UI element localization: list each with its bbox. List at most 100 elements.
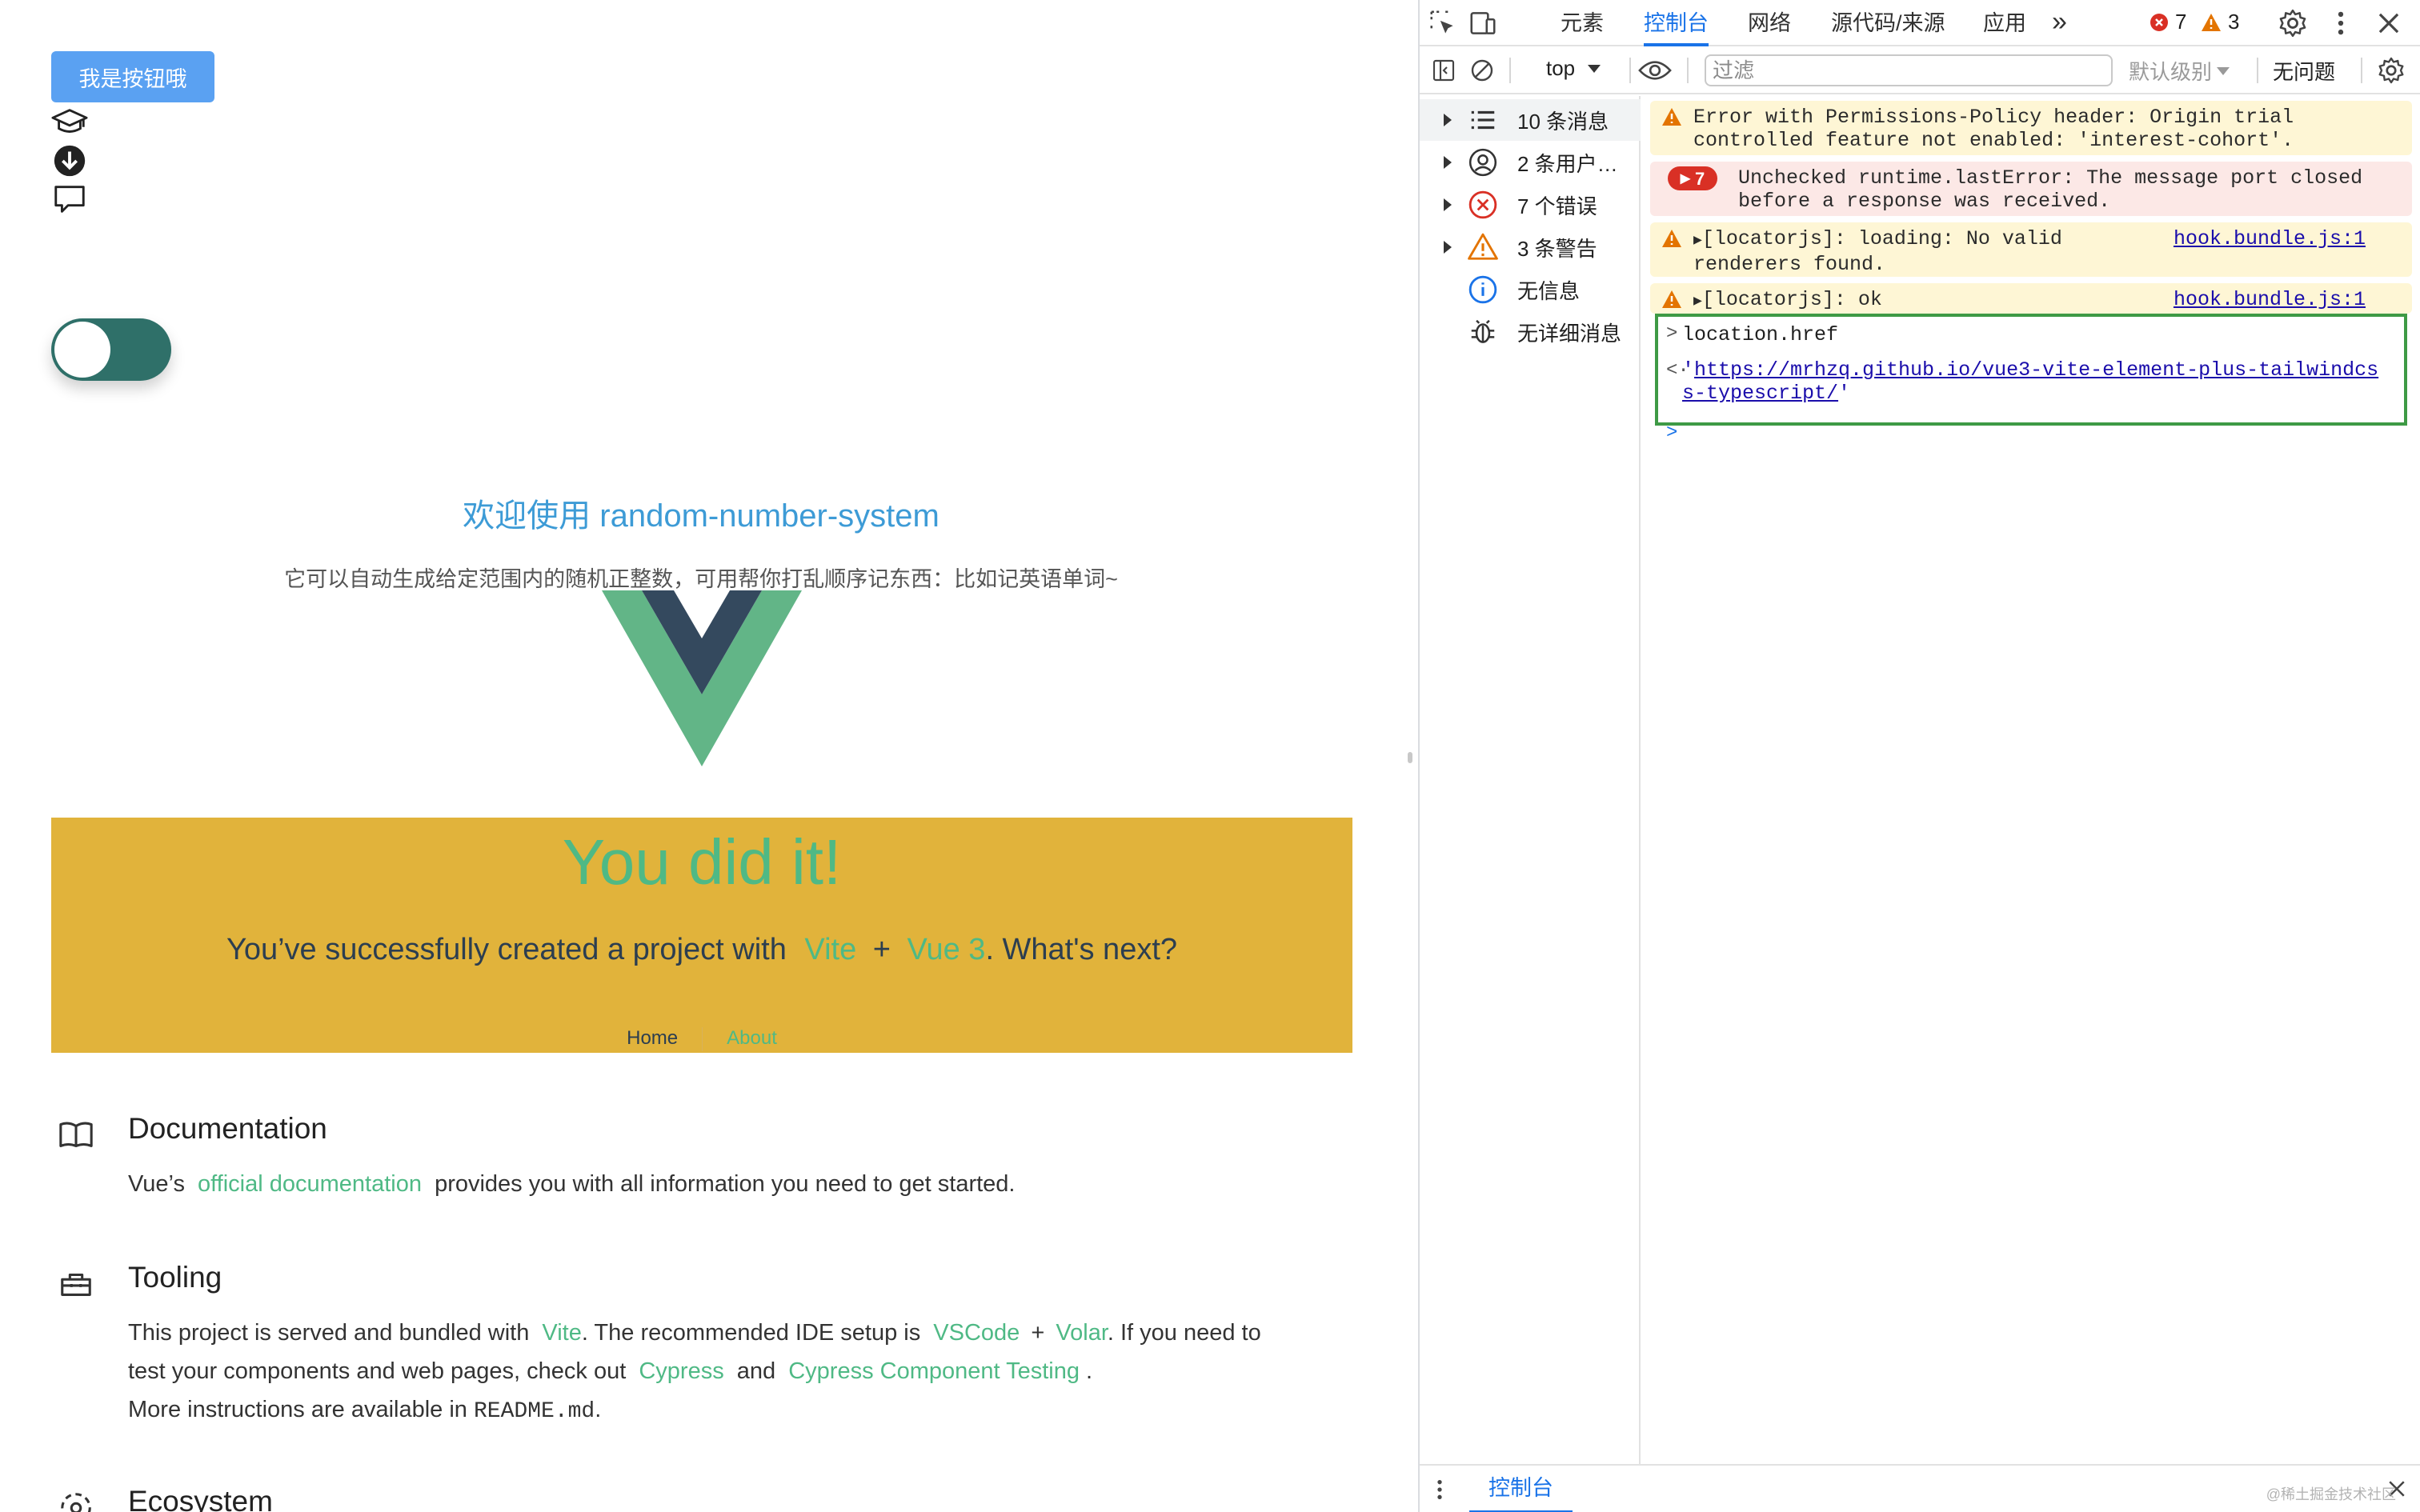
official-docs-link[interactable]: official documentation xyxy=(198,1171,422,1197)
error-icon xyxy=(1468,190,1497,219)
vue3-link[interactable]: Vue 3 xyxy=(908,933,986,966)
clear-console-icon[interactable] xyxy=(1469,58,1495,83)
sidebar-item-warnings[interactable]: 3 条警告 xyxy=(1420,226,1641,268)
vite-doc-link[interactable]: Vite xyxy=(542,1320,581,1346)
drawer-bar: 控制台 @稀土掘金技术社区 xyxy=(1420,1464,2420,1512)
sidebar-item-messages[interactable]: 10 条消息 xyxy=(1420,99,1641,141)
tooling-title: Tooling xyxy=(128,1261,222,1294)
book-icon xyxy=(59,1122,93,1147)
tool-text-1: This project is served and bundled with xyxy=(128,1320,530,1346)
banner-title: You did it! xyxy=(562,826,842,898)
expand-arrow-icon[interactable] xyxy=(1444,198,1452,211)
devtools-splitter[interactable] xyxy=(1402,0,1420,1512)
expand-arrow-icon[interactable] xyxy=(1444,241,1452,254)
tab-application[interactable]: 应用 xyxy=(1983,8,2026,46)
source-link[interactable]: hook.bundle.js:1 xyxy=(2174,227,2366,250)
toolbar-divider xyxy=(1509,58,1511,83)
sidebar-toggle-icon[interactable] xyxy=(1431,58,1456,83)
error-counter[interactable]: 7 xyxy=(2150,10,2186,34)
console-sidebar: 10 条消息 2 条用户… 7 个错误 3 条警告 无信息 无详细消息 xyxy=(1420,96,1641,1464)
tool-text-4: test your components and web pages, chec… xyxy=(128,1358,627,1384)
tab-network[interactable]: 网络 xyxy=(1748,8,1791,46)
console-warning-permissions[interactable]: Error with Permissions-Policy header: Or… xyxy=(1650,101,2412,155)
input-prompt-icon: > xyxy=(1666,323,1678,345)
console-input-echo: location.href xyxy=(1682,323,1839,346)
splitter-handle[interactable] xyxy=(1408,752,1412,763)
console-prompt-icon[interactable]: > xyxy=(1666,422,1677,444)
warning-count: 3 xyxy=(2228,10,2240,34)
cypress-component-link[interactable]: Cypress Component Testing xyxy=(788,1358,1080,1384)
console-warning-locator-ok[interactable]: ▶[locatorjs]: ok hook.bundle.js:1 xyxy=(1650,283,2412,314)
message-text: Unchecked runtime.lastError: The message… xyxy=(1738,166,2363,213)
console-output: 'https://mrhzq.github.io/vue3-vite-eleme… xyxy=(1682,358,2379,405)
error-icon xyxy=(2150,13,2168,31)
live-expression-eye-icon[interactable] xyxy=(1637,58,1673,83)
volar-link[interactable]: Volar xyxy=(1056,1320,1108,1346)
sidebar-item-info[interactable]: 无信息 xyxy=(1420,269,1641,310)
sidebar-item-user-messages[interactable]: 2 条用户… xyxy=(1420,142,1641,183)
message-text: ▶[locatorjs]: ok xyxy=(1693,288,1882,311)
message-text: Error with Permissions-Policy header: Or… xyxy=(1693,106,2294,152)
levels-arrow-icon xyxy=(2217,66,2230,75)
expand-triangle-icon[interactable]: ▶ xyxy=(1693,294,1702,310)
banner-text: You’ve successfully created a project wi… xyxy=(226,933,787,966)
sidebar-label: 无详细消息 xyxy=(1517,321,1622,346)
cypress-link[interactable]: Cypress xyxy=(639,1358,723,1384)
nav-home[interactable]: Home xyxy=(603,1027,702,1051)
graduation-cap-icon xyxy=(51,109,88,133)
primary-button[interactable]: 我是按钮哦 xyxy=(51,51,214,102)
expand-arrow-icon[interactable] xyxy=(1444,156,1452,169)
tool-dot: . xyxy=(1086,1358,1093,1384)
source-link[interactable]: hook.bundle.js:1 xyxy=(2174,288,2366,311)
context-selector[interactable]: top xyxy=(1546,56,1601,81)
console-settings-gear-icon[interactable] xyxy=(2377,56,2406,85)
filter-input[interactable]: 过滤 xyxy=(1705,54,2113,86)
toolbar-divider-5 xyxy=(2361,58,2362,83)
close-icon[interactable] xyxy=(2374,8,2404,38)
more-tabs-icon[interactable]: » xyxy=(2052,8,2067,46)
issues-button[interactable]: 无问题 xyxy=(2273,56,2335,86)
tab-console[interactable]: 控制台 xyxy=(1644,8,1709,46)
banner-subtitle: You’ve successfully created a project wi… xyxy=(51,933,1352,967)
banner-suffix: . What's next? xyxy=(985,933,1178,966)
warning-counter[interactable]: 3 xyxy=(2201,10,2239,34)
vite-link[interactable]: Vite xyxy=(804,933,856,966)
href-link[interactable]: https://mrhzq.github.io/vue3-vite-elemen… xyxy=(1682,358,2378,405)
expand-arrow-icon[interactable] xyxy=(1444,114,1452,126)
warning-icon xyxy=(1662,108,1681,126)
toggle-knob xyxy=(54,322,110,378)
welcome-subtitle: 它可以自动生成给定范围内的随机正整数，可用帮你打乱顺序记东西：比如记英语单词~ xyxy=(284,567,1118,591)
log-levels-label: 默认级别 xyxy=(2129,60,2213,84)
sidebar-label: 7 个错误 xyxy=(1517,194,1597,218)
nav-about[interactable]: About xyxy=(703,1027,801,1051)
readme-code: README.md xyxy=(474,1399,595,1424)
tooling-text: This project is served and bundled with … xyxy=(128,1314,1376,1431)
console-warning-locator-loading[interactable]: ▶[locatorjs]: loading: No valid renderers… xyxy=(1650,222,2412,277)
toggle-switch[interactable] xyxy=(51,318,171,381)
tab-elements[interactable]: 元素 xyxy=(1561,8,1604,46)
settings-gear-icon[interactable] xyxy=(2278,8,2308,38)
web-page: 我是按钮哦 欢迎使用 random-number-system 它可以自动生成给… xyxy=(0,0,1402,1512)
sidebar-item-verbose[interactable]: 无详细消息 xyxy=(1420,311,1641,353)
expand-triangle-icon[interactable]: ▶ xyxy=(1693,233,1702,249)
log-levels-dropdown[interactable]: 默认级别 xyxy=(2129,56,2230,86)
error-group-badge[interactable]: ▶ 7 xyxy=(1668,166,1717,190)
documentation-title: Documentation xyxy=(128,1112,327,1145)
tab-sources[interactable]: 源代码/来源 xyxy=(1831,8,1945,46)
console-error-runtime[interactable]: ▶ 7 Unchecked runtime.lastError: The mess… xyxy=(1650,162,2412,216)
device-toolbar-icon[interactable] xyxy=(1468,8,1498,38)
drawer-tab-console[interactable]: 控制台 xyxy=(1469,1472,1573,1512)
warning-icon xyxy=(1662,290,1681,308)
vue-logo xyxy=(602,590,802,766)
tool-plus: + xyxy=(1031,1320,1045,1346)
vscode-link[interactable]: VSCode xyxy=(933,1320,1020,1346)
inspect-element-icon[interactable] xyxy=(1428,8,1458,38)
devtools-panel: 元素 控制台 网络 源代码/来源 应用 » 7 3 top 过滤 默认级别 无问… xyxy=(1420,0,2420,1512)
drawer-menu-icon[interactable] xyxy=(1429,1477,1450,1502)
bug-icon xyxy=(1471,319,1495,343)
nav-bar: Home About xyxy=(51,1027,1352,1051)
console-messages: Error with Permissions-Policy header: Or… xyxy=(1642,96,2420,1464)
user-icon xyxy=(1468,148,1497,177)
sidebar-item-errors[interactable]: 7 个错误 xyxy=(1420,184,1641,226)
kebab-menu-icon[interactable] xyxy=(2326,8,2356,38)
